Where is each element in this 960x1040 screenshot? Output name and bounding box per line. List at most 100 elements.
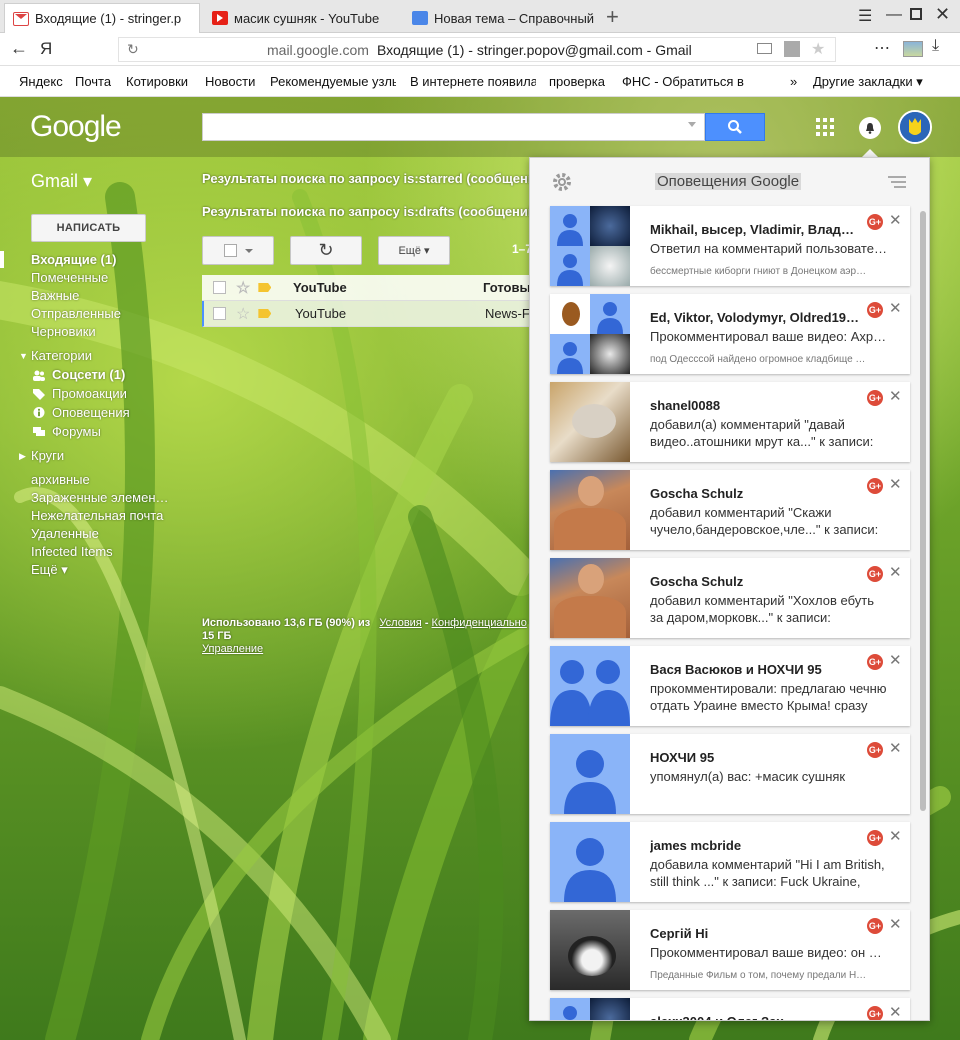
google-plus-icon[interactable]: G+ <box>867 918 883 934</box>
bookmark-item[interactable]: ФНС - Обратиться в <box>622 74 748 89</box>
bookmark-item[interactable]: Почта <box>75 74 111 89</box>
dismiss-icon[interactable]: ✕ <box>889 387 902 405</box>
notification-card[interactable]: Сергій Hi Прокомментировал ваше видео: он… <box>550 910 910 990</box>
compose-button[interactable]: НАПИСАТЬ <box>31 214 146 242</box>
dismiss-icon[interactable]: ✕ <box>889 827 902 845</box>
manage-link[interactable]: Управление <box>202 643 263 655</box>
dismiss-icon[interactable]: ✕ <box>889 651 902 669</box>
label-archive[interactable]: архивные <box>31 472 90 487</box>
label-spam[interactable]: Нежелательная почта <box>31 508 163 523</box>
bookmark-item[interactable]: Рекомендуемые узлы <box>270 74 396 89</box>
bookmark-item[interactable]: В интернете появила <box>410 74 536 89</box>
url-field[interactable]: ↻ mail.google.com Входящие (1) - stringe… <box>118 37 836 62</box>
gmail-label-dropdown[interactable]: Gmail ▾ <box>31 171 92 192</box>
mail-icon[interactable] <box>757 43 772 54</box>
close-window-button[interactable]: ✕ <box>935 4 950 25</box>
google-plus-icon[interactable]: G+ <box>867 1006 883 1020</box>
google-plus-icon[interactable]: G+ <box>867 478 883 494</box>
expand-arrow-icon[interactable]: ▼ <box>19 351 28 361</box>
other-bookmarks-button[interactable]: Другие закладки ▾ <box>813 74 923 90</box>
label-infected[interactable]: Зараженные элемен… <box>31 490 169 505</box>
google-plus-icon[interactable]: G+ <box>867 566 883 582</box>
tab-docs[interactable]: Новая тема – Справочный <box>404 3 600 33</box>
notification-card[interactable]: james mcbride добавила комментарий "Hi I … <box>550 822 910 902</box>
important-marker-icon[interactable] <box>258 283 272 292</box>
dismiss-icon[interactable]: ✕ <box>889 1003 902 1020</box>
bookmark-item[interactable]: Котировки <box>126 74 188 89</box>
row-checkbox[interactable] <box>213 281 226 294</box>
star-icon[interactable]: ★ <box>811 39 825 59</box>
back-button[interactable]: ← <box>10 38 28 59</box>
bookmark-item[interactable]: Яндекс <box>19 74 63 89</box>
search-input[interactable] <box>202 113 705 141</box>
star-icon[interactable]: ☆ <box>236 278 250 298</box>
nav-categories[interactable]: Категории <box>31 348 92 363</box>
notification-card[interactable]: Goscha Schulz добавил комментарий "Скажи … <box>550 470 910 550</box>
google-plus-icon[interactable]: G+ <box>867 302 883 318</box>
dismiss-icon[interactable]: ✕ <box>889 563 902 581</box>
notification-card[interactable]: Mikhail, высер, Vladimir, Влад… Ответил н… <box>550 206 910 286</box>
search-button[interactable] <box>705 113 765 141</box>
privacy-link[interactable]: Конфиденциально <box>432 617 527 629</box>
notifications-bell-icon[interactable] <box>859 117 881 139</box>
menu-icon[interactable]: ☰ <box>858 6 872 26</box>
notification-card[interactable]: shanel0088 добавил(а) комментарий "давай … <box>550 382 910 462</box>
label-infected-items[interactable]: Infected Items <box>31 544 113 559</box>
dismiss-icon[interactable]: ✕ <box>889 475 902 493</box>
category-social[interactable]: Соцсети (1) <box>52 367 125 382</box>
dismiss-icon[interactable]: ✕ <box>889 915 902 933</box>
lock-icon[interactable] <box>784 41 800 57</box>
bookmark-item[interactable]: Новости <box>205 74 255 89</box>
mark-read-icon[interactable] <box>888 176 906 188</box>
category-forums[interactable]: Форумы <box>52 424 101 439</box>
dismiss-icon[interactable]: ✕ <box>889 739 902 757</box>
search-options-icon[interactable] <box>688 122 696 127</box>
notification-card[interactable]: Goscha Schulz добавил комментарий "Хохлов… <box>550 558 910 638</box>
notification-card[interactable]: alexx3004 и Олег Зах… G+ ✕ <box>550 998 910 1020</box>
dismiss-icon[interactable]: ✕ <box>889 299 902 317</box>
gear-icon[interactable] <box>551 171 573 193</box>
avatar[interactable] <box>898 110 932 144</box>
notification-card[interactable]: Ed, Viktor, Volodymyr, Oldred19… Прокомме… <box>550 294 910 374</box>
apps-icon[interactable] <box>816 118 834 139</box>
dismiss-icon[interactable]: ✕ <box>889 211 902 229</box>
google-plus-icon[interactable]: G+ <box>867 654 883 670</box>
row-checkbox[interactable] <box>213 307 226 320</box>
select-all-button[interactable] <box>202 236 274 265</box>
notification-card[interactable]: Вася Васюков и НОХЧИ 95 прокомментировали… <box>550 646 910 726</box>
nav-inbox[interactable]: Входящие (1) <box>31 252 116 267</box>
minimize-button[interactable]: — <box>886 6 902 24</box>
google-plus-icon[interactable]: G+ <box>867 390 883 406</box>
google-plus-icon[interactable]: G+ <box>867 830 883 846</box>
google-logo[interactable]: Google <box>30 110 122 144</box>
google-plus-icon[interactable]: G+ <box>867 742 883 758</box>
notification-card[interactable]: НОХЧИ 95 упомянул(а) вас: +масик сушняк G+… <box>550 734 910 814</box>
table-row[interactable]: ☆ YouTube Готовы <box>202 275 532 301</box>
nav-circles[interactable]: Круги <box>31 448 64 463</box>
scrollbar[interactable] <box>920 211 926 811</box>
reload-icon[interactable]: ↻ <box>127 41 139 58</box>
yandex-logo[interactable]: Я <box>40 39 52 59</box>
nav-starred[interactable]: Помеченные <box>31 270 108 285</box>
category-promotions[interactable]: Промоакции <box>52 386 127 401</box>
nav-important[interactable]: Важные <box>31 288 79 303</box>
star-icon[interactable]: ☆ <box>236 304 250 324</box>
label-trash[interactable]: Удаленные <box>31 526 99 541</box>
refresh-button[interactable]: ↻ <box>290 236 362 265</box>
more-icon[interactable]: ⋯ <box>874 38 890 58</box>
nav-more[interactable]: Ещё ▾ <box>31 562 68 578</box>
tab-gmail[interactable]: Входящие (1) - stringer.p <box>4 3 200 33</box>
bookmark-item[interactable]: проверка <box>549 74 605 89</box>
tab-youtube[interactable]: масик сушняк - YouTube <box>204 3 400 33</box>
image-icon[interactable] <box>903 41 923 57</box>
collapse-arrow-icon[interactable]: ▶ <box>19 451 26 462</box>
bookmarks-more-button[interactable]: » <box>790 74 797 89</box>
new-tab-button[interactable]: + <box>606 4 619 30</box>
download-icon[interactable]: ⤓ <box>932 37 939 55</box>
category-updates[interactable]: Оповещения <box>52 405 130 420</box>
nav-sent[interactable]: Отправленные <box>31 306 121 321</box>
more-actions-button[interactable]: Ещё ▾ <box>378 236 450 265</box>
maximize-button[interactable] <box>910 8 922 20</box>
important-marker-icon[interactable] <box>258 309 272 318</box>
terms-link[interactable]: Условия <box>379 617 421 629</box>
